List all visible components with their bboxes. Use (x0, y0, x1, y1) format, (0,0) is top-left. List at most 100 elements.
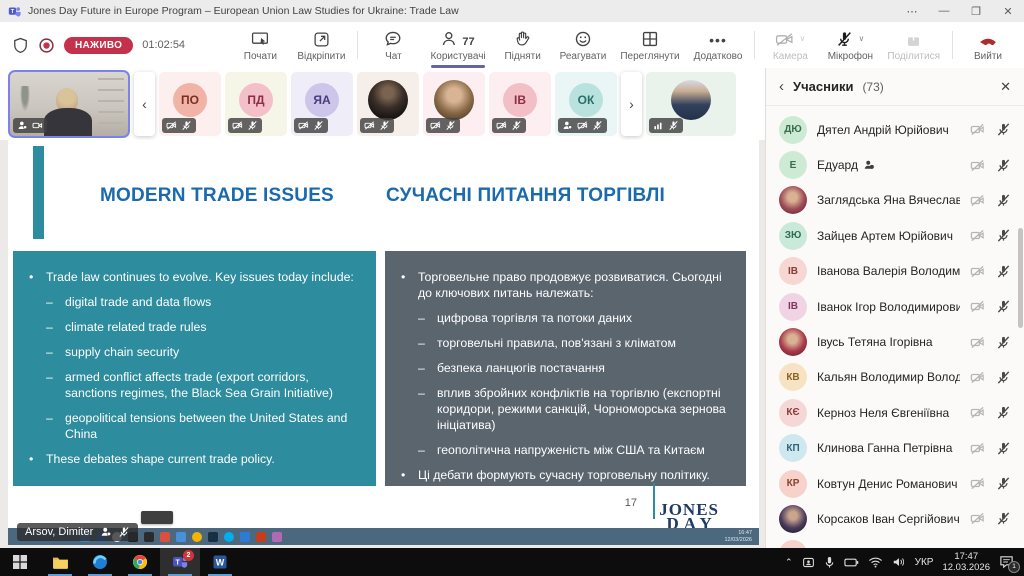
camera-button[interactable]: ∨ Камера (760, 22, 820, 68)
strip-prev-button[interactable]: ‹ (134, 72, 155, 136)
mic-button[interactable]: ∨ Мікрофон (820, 22, 880, 68)
shared-taskbar-app-icon (192, 532, 202, 542)
avatar: ДЮ (779, 116, 807, 144)
windows-taskbar: T 2 W ⌃ УКР 17:4 (0, 548, 1024, 576)
taskbar-edge[interactable] (80, 548, 120, 576)
security-shield-icon[interactable] (12, 37, 29, 54)
mic-off-icon (592, 120, 603, 131)
spotlight-icon (863, 159, 875, 171)
hangup-icon (978, 32, 998, 48)
participant-name: Ковтун Денис Романович (817, 477, 960, 491)
camera-off-icon (970, 511, 985, 526)
teams-app-icon: T (8, 5, 21, 18)
participant-row[interactable]: Корсаков Іван Сергійович (766, 501, 1024, 536)
participant-row[interactable]: ДЮДятел Андрій Юрійович (766, 112, 1024, 147)
speaker-video-tile[interactable] (8, 70, 130, 138)
participant-row[interactable]: ЕЕдуард (766, 147, 1024, 182)
tray-expand-chevron[interactable]: ⌃ (785, 557, 793, 568)
participant-row[interactable]: Заглядська Яна Вячеславівна (766, 183, 1024, 218)
raise-hand-button[interactable]: Підняти (493, 22, 553, 68)
slide-page-number: 17 (625, 497, 637, 509)
camera-off-icon (970, 441, 985, 456)
participant-row[interactable]: ІВІванова Валерія Володимирів... (766, 254, 1024, 289)
participant-name: Іванова Валерія Володимирів... (817, 264, 960, 278)
strip-next-button[interactable]: › (621, 72, 642, 136)
participant-name: Івусь Тетяна Ігорівна (817, 335, 960, 349)
tray-mic-icon[interactable] (824, 556, 835, 569)
participant-tile-initials[interactable]: ІВ (489, 72, 551, 136)
window-close-button[interactable]: ✕ (992, 0, 1024, 22)
participant-row[interactable]: ЗЮЗайцев Артем Юрійович (766, 218, 1024, 253)
participant-row[interactable]: КПКлинова Ганна Петрівна (766, 431, 1024, 466)
mic-off-icon (996, 193, 1011, 208)
tray-battery-icon[interactable] (844, 556, 859, 568)
taskbar-teams[interactable]: T 2 (160, 548, 200, 576)
start-share-button[interactable]: Почати (230, 22, 290, 68)
participant-row[interactable]: КЄКерноз Неля Євгеніївна (766, 395, 1024, 430)
start-button[interactable] (0, 548, 40, 576)
taskbar-word[interactable]: W (200, 548, 240, 576)
mic-off-icon (996, 158, 1011, 173)
svg-text:T: T (11, 9, 15, 15)
raise-hand-icon (514, 30, 531, 48)
window-restore-button[interactable]: ❐ (960, 0, 992, 22)
notification-center[interactable]: 1 (999, 555, 1016, 570)
participant-row[interactable]: КВКальян Володимир Володим... (766, 360, 1024, 395)
react-button[interactable]: Реагувати (553, 22, 614, 68)
participant-tile-photo[interactable] (646, 72, 736, 136)
participant-tile-initials[interactable]: ОК (555, 72, 617, 136)
participant-tile-initials[interactable]: ЯА (291, 72, 353, 136)
participant-row[interactable]: ІВ Іванок Ігор Володимирович (766, 289, 1024, 324)
participant-row[interactable]: КРКовтун Денис Романович (766, 466, 1024, 501)
taskbar-chrome[interactable] (120, 548, 160, 576)
camera-off-icon (166, 120, 177, 131)
sub-bullet-item: –вплив збройних конфліктів на торгівлю (… (418, 386, 728, 434)
sub-bullet-item: –безпека ланцюгів постачання (418, 361, 728, 377)
avatar: ІВ (779, 293, 807, 321)
unpin-button[interactable]: Відкріпити (290, 22, 352, 68)
participant-tile-initials[interactable]: ПО (159, 72, 221, 136)
window-minimize-button[interactable]: — (928, 0, 960, 22)
view-button[interactable]: Переглянути (613, 22, 686, 68)
window-title-bar: T Jones Day Future in Europe Program – E… (0, 0, 1024, 22)
participant-tile-photo[interactable] (423, 72, 485, 136)
leave-button[interactable]: Вийти (958, 22, 1018, 68)
participants-button[interactable]: 77 Користувачі (423, 22, 492, 68)
sub-bullet-item: –digital trade and data flows (46, 295, 358, 311)
participant-row[interactable] (766, 537, 1024, 548)
camera-off-icon (970, 299, 985, 314)
participant-row[interactable]: Івусь Тетяна Ігорівна (766, 324, 1024, 359)
camera-off-icon (577, 120, 588, 131)
panel-scrollbar[interactable] (1018, 228, 1023, 328)
participant-name: Клинова Ганна Петрівна (817, 441, 960, 455)
mic-off-icon (996, 405, 1011, 420)
share-button[interactable]: Поділитися (880, 22, 947, 68)
tray-wifi-icon[interactable] (868, 556, 883, 568)
bullet-item: •These debates shape current trade polic… (29, 452, 358, 468)
participant-tile-initials[interactable]: ПД (225, 72, 287, 136)
camera-off-icon (775, 31, 794, 48)
slide-accent-bar (33, 146, 44, 239)
camera-off-icon (364, 120, 375, 131)
mic-dropdown-chevron[interactable]: ∨ (858, 34, 864, 43)
meeting-timer: 01:02:54 (142, 39, 185, 51)
avatar: ЗЮ (779, 222, 807, 250)
avatar (368, 80, 408, 120)
tray-volume-icon[interactable] (892, 556, 906, 568)
chrome-icon (132, 554, 148, 570)
participant-tile-photo[interactable] (357, 72, 419, 136)
back-icon[interactable]: ‹ (779, 78, 784, 95)
camera-dropdown-chevron[interactable]: ∨ (799, 34, 805, 43)
tray-teams-icon[interactable] (802, 556, 815, 569)
system-tray: ⌃ УКР 17:47 12.03.2026 (785, 551, 1024, 574)
window-more-button[interactable]: ⋯ (896, 0, 928, 22)
chat-button[interactable]: Чат (363, 22, 423, 68)
more-options-button[interactable]: ••• Додатково (687, 22, 750, 68)
language-indicator[interactable]: УКР (915, 557, 934, 568)
mic-muted-icon (836, 30, 853, 48)
taskbar-clock[interactable]: 17:47 12.03.2026 (942, 551, 990, 574)
participant-name: Іванок Ігор Володимирович (817, 300, 960, 314)
close-panel-icon[interactable]: ✕ (1000, 79, 1011, 95)
taskbar-file-explorer[interactable] (40, 548, 80, 576)
folder-icon (52, 555, 69, 570)
